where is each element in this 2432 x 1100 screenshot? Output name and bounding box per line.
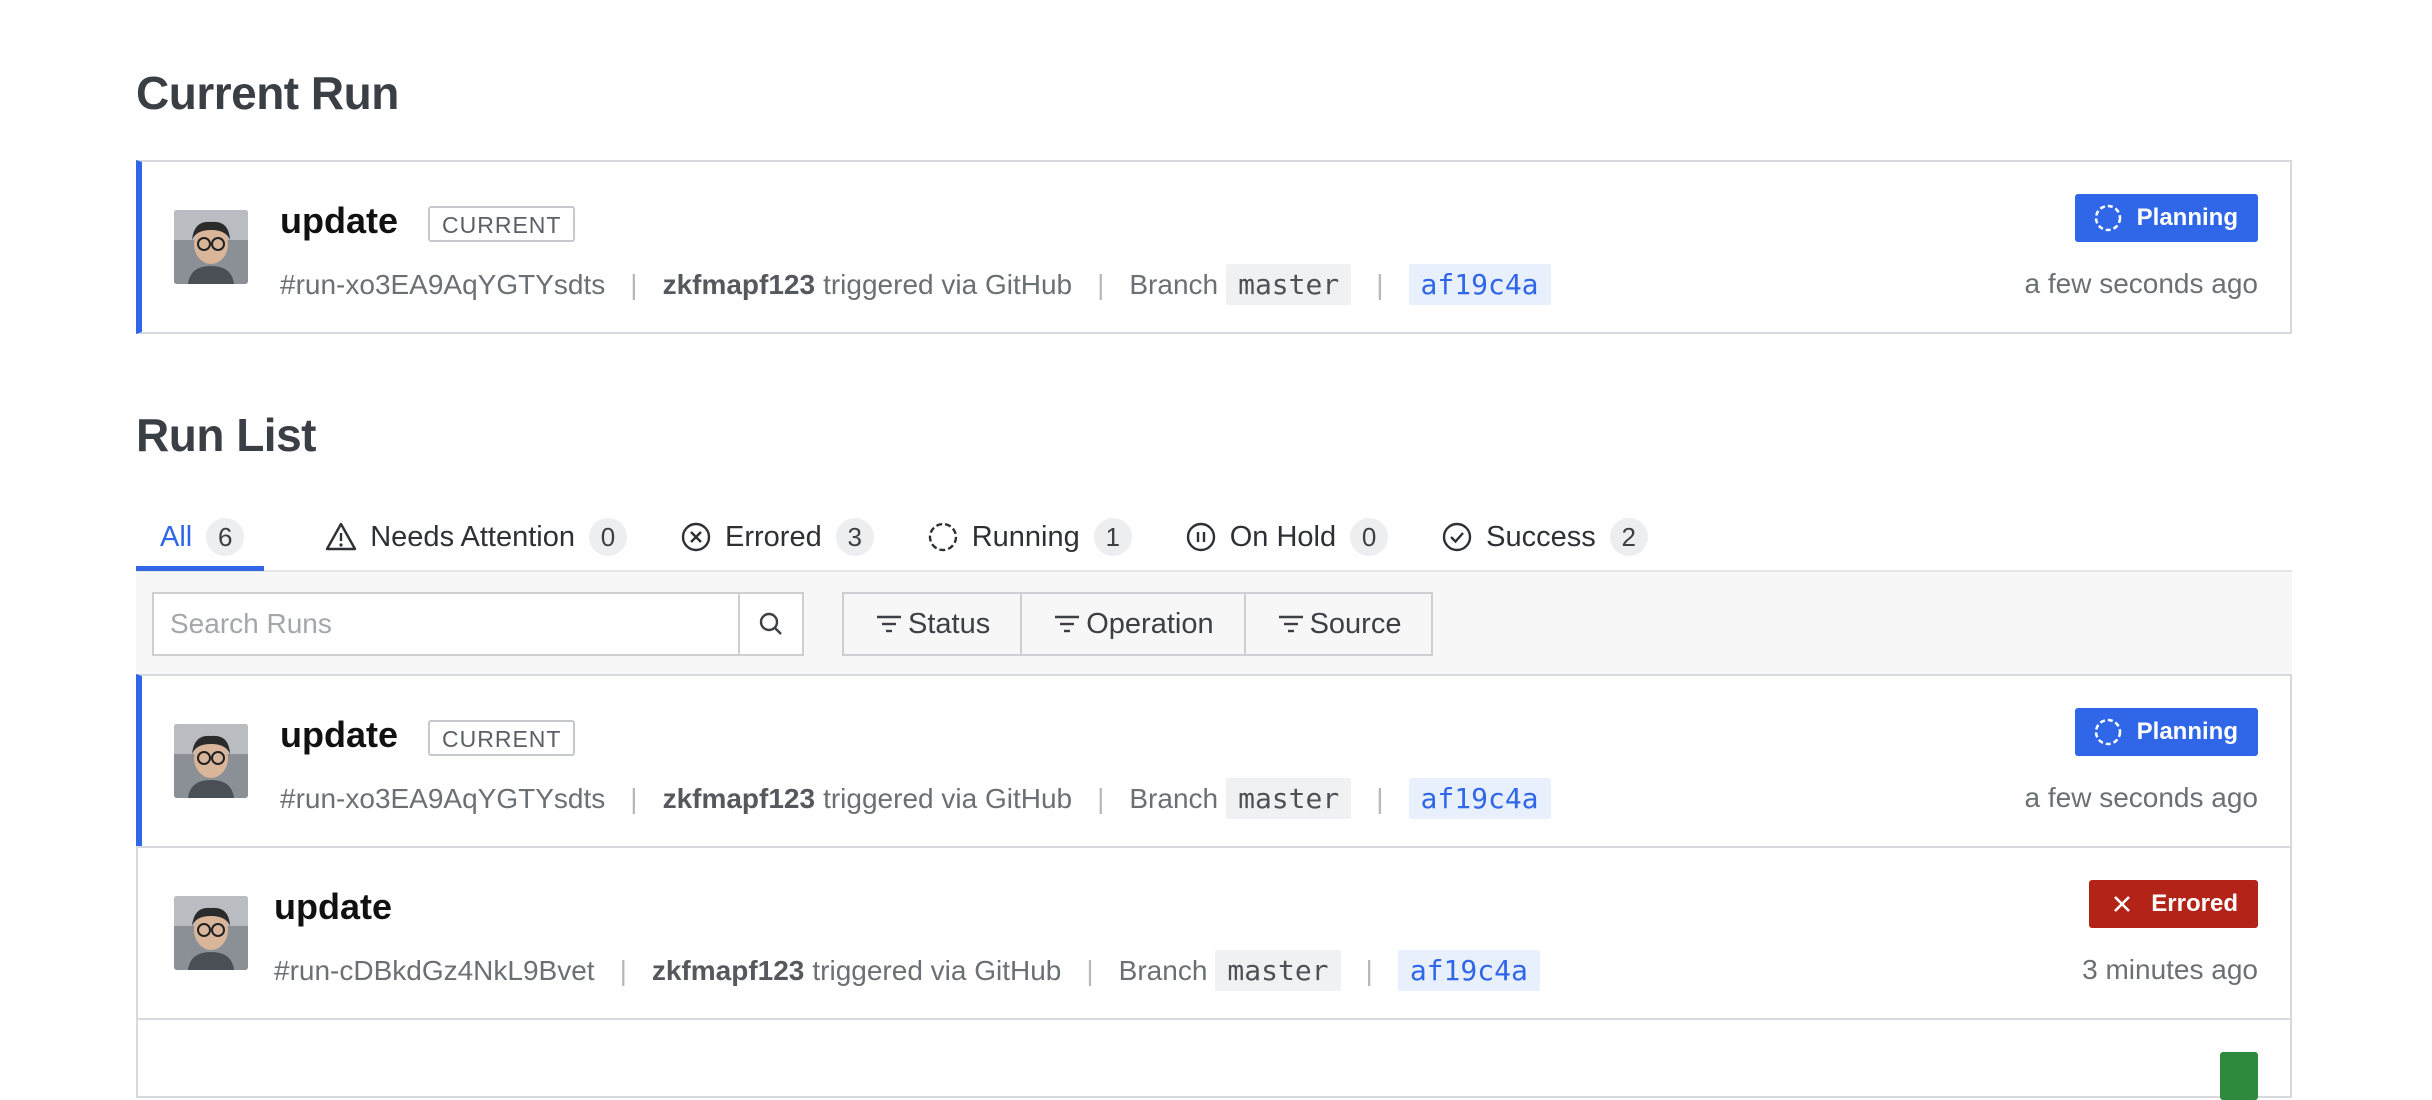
run-id[interactable]: #run-cDBkdGz4NkL9Bvet [274, 955, 595, 987]
tab-label: Success [1486, 520, 1596, 553]
separator: | [1376, 782, 1384, 814]
tab-errored[interactable]: Errored 3 [675, 508, 874, 566]
tab-label: Needs Attention [370, 520, 575, 553]
run-user: zkfmapf123 [651, 954, 805, 986]
tab-count: 1 [1093, 518, 1132, 556]
run-list-item-partial[interactable] [136, 1018, 2292, 1100]
branch-name: master [1215, 950, 1341, 991]
current-tag: CURRENT [428, 720, 576, 756]
run-list-item[interactable]: update CURRENT #run-xo3EA9AqYGTYsdts | z… [136, 674, 2292, 848]
filter-label: Operation [1086, 607, 1214, 640]
run-list-heading: Run List [136, 409, 316, 461]
filter-icon [1278, 615, 1303, 633]
separator: | [1376, 268, 1384, 300]
run-id[interactable]: #run-xo3EA9AqYGTYsdts [280, 783, 605, 815]
tab-success[interactable]: Success 2 [1436, 508, 1648, 566]
commit-hash-link[interactable]: af19c4a [1397, 950, 1540, 991]
status-badge [2220, 1052, 2258, 1100]
planning-icon [2094, 204, 2121, 232]
status-badge: Planning [2074, 708, 2258, 756]
tab-count: 0 [589, 518, 627, 556]
run-title[interactable]: update [274, 886, 392, 928]
tab-label: On Hold [1229, 520, 1337, 553]
filter-label: Status [908, 607, 991, 640]
trigger-text: triggered via GitHub [823, 268, 1073, 300]
pause-circle-icon [1186, 522, 1215, 552]
filter-icon [1055, 615, 1080, 633]
separator: | [1097, 268, 1105, 300]
x-circle-icon [681, 522, 711, 552]
run-list-item[interactable]: update #run-cDBkdGz4NkL9Bvet | zkfmapf12… [136, 846, 2292, 1020]
separator: | [630, 782, 638, 814]
run-time: a few seconds ago [2024, 268, 2259, 299]
filter-label: Source [1309, 607, 1402, 640]
running-icon [928, 522, 957, 552]
tab-count: 0 [1350, 518, 1389, 556]
commit-hash-link[interactable]: af19c4a [1408, 778, 1551, 819]
filter-icon [877, 615, 901, 633]
close-icon [2114, 896, 2131, 912]
run-id[interactable]: #run-xo3EA9AqYGTYsdts [280, 269, 605, 301]
check-circle-icon [1442, 522, 1472, 552]
tab-needs-attention[interactable]: Needs Attention 0 [320, 508, 627, 566]
planning-icon [2094, 718, 2121, 746]
search-input[interactable] [152, 592, 738, 656]
avatar [174, 724, 248, 798]
tab-label: Errored [725, 520, 822, 553]
trigger-text: triggered via GitHub [812, 954, 1062, 986]
tab-count: 2 [1609, 518, 1648, 556]
separator: | [1365, 954, 1373, 986]
separator: | [1097, 782, 1105, 814]
run-time: a few seconds ago [2024, 782, 2259, 813]
run-filter-tabs: All 6 Needs Attention 0 Errored 3 Runnin… [136, 508, 2292, 572]
filter-buttons: Status Operation Source [842, 592, 1434, 656]
run-meta: #run-cDBkdGz4NkL9Bvet | zkfmapf123 trigg… [274, 950, 1540, 991]
run-meta: #run-xo3EA9AqYGTYsdts | zkfmapf123 trigg… [280, 264, 1551, 305]
separator: | [630, 268, 638, 300]
tab-running[interactable]: Running 1 [922, 508, 1132, 566]
avatar [174, 210, 248, 284]
search-box [152, 592, 804, 656]
run-user: zkfmapf123 [662, 268, 816, 300]
run-time: 3 minutes ago [2082, 954, 2258, 985]
run-title[interactable]: update [280, 714, 398, 756]
current-run-heading: Current Run [136, 67, 399, 119]
source-filter-button[interactable]: Source [1246, 594, 1432, 654]
run-list-toolbar: Status Operation Source [136, 572, 2292, 676]
tab-on-hold[interactable]: On Hold 0 [1180, 508, 1389, 566]
warning-icon [326, 522, 357, 551]
avatar [174, 896, 248, 970]
separator: | [619, 954, 627, 986]
run-meta: #run-xo3EA9AqYGTYsdts | zkfmapf123 trigg… [280, 778, 1551, 819]
branch-label: Branch [1118, 954, 1208, 986]
run-user: zkfmapf123 [662, 782, 816, 814]
tab-all[interactable]: All 6 [136, 508, 265, 571]
trigger-text: triggered via GitHub [823, 782, 1073, 814]
branch-name: master [1226, 778, 1352, 819]
commit-hash-link[interactable]: af19c4a [1408, 264, 1551, 305]
status-label: Errored [2151, 890, 2238, 917]
run-list: update CURRENT #run-xo3EA9AqYGTYsdts | z… [136, 674, 2292, 1100]
tab-count: 6 [206, 518, 245, 556]
operation-filter-button[interactable]: Operation [1022, 594, 1246, 654]
status-label: Planning [2136, 204, 2238, 231]
separator: | [1086, 954, 1094, 986]
tab-label: All [160, 520, 193, 553]
branch-name: master [1226, 264, 1352, 305]
current-run-card[interactable]: update CURRENT #run-xo3EA9AqYGTYsdts | z… [136, 160, 2292, 334]
status-filter-button[interactable]: Status [844, 594, 1023, 654]
status-label: Planning [2136, 718, 2238, 745]
branch-label: Branch [1129, 268, 1219, 300]
search-button[interactable] [738, 592, 804, 656]
tab-count: 3 [835, 518, 874, 556]
search-icon [759, 612, 782, 635]
current-tag: CURRENT [428, 206, 576, 242]
status-badge: Planning [2074, 194, 2258, 242]
branch-label: Branch [1129, 782, 1219, 814]
tab-label: Running [971, 520, 1080, 553]
run-title[interactable]: update [280, 200, 398, 242]
status-badge: Errored [2089, 880, 2258, 928]
